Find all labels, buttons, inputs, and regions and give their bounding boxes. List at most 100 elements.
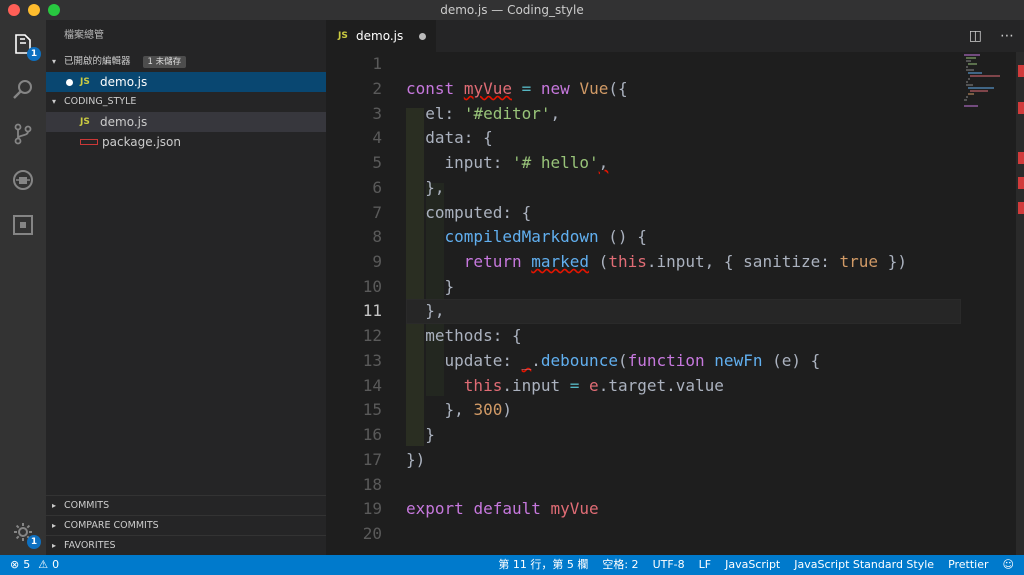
js-file-icon: JS [338, 31, 348, 41]
tab-label: demo.js [356, 29, 404, 43]
line-number: 7 [372, 203, 382, 222]
error-icon: ⊗ [10, 558, 20, 571]
line-number: 8 [372, 227, 382, 246]
error-count: 5 [23, 558, 31, 571]
section-label: COMMITS [64, 499, 110, 511]
activity-bar: 1 1 [0, 20, 46, 555]
split-editor-icon[interactable]: ◫ [969, 28, 982, 44]
line-number: 15 [362, 400, 382, 419]
line-number: 11 [362, 301, 382, 320]
code-line-2: const myVue = new Vue({ [406, 79, 628, 98]
vertical-scrollbar[interactable] [1016, 52, 1024, 555]
warning-count: 0 [52, 558, 60, 571]
file-name: package.json [102, 135, 182, 149]
minimap[interactable] [962, 52, 1002, 112]
line-number: 10 [362, 277, 382, 296]
error-marker [1018, 177, 1024, 189]
js-file-icon: JS [80, 77, 90, 87]
project-section[interactable]: ▾ CODING_STYLE [46, 92, 326, 112]
close-window-button[interactable] [8, 4, 20, 16]
line-number: 1 [372, 54, 382, 73]
error-marker [1018, 65, 1024, 77]
explorer-icon[interactable]: 1 [11, 32, 41, 61]
error-marker [1018, 202, 1024, 214]
zoom-window-button[interactable] [48, 4, 60, 16]
file-item-package-json[interactable]: package.json [46, 132, 326, 152]
line-number: 4 [372, 128, 382, 147]
chevron-down-icon: ▾ [52, 97, 57, 106]
language-mode[interactable]: JavaScript [725, 555, 780, 575]
code-line-4: data: { [425, 128, 493, 147]
code-line-12: methods: { [425, 326, 522, 345]
unsaved-dot-icon [66, 78, 73, 86]
code-line-10: } [444, 277, 455, 296]
open-editor-filename: demo.js [100, 75, 148, 89]
commits-section[interactable]: ▸ COMMITS [46, 495, 326, 515]
search-icon[interactable] [11, 77, 35, 101]
feedback-smiley-icon[interactable]: ☺ [1003, 555, 1014, 575]
source-control-icon[interactable] [11, 122, 35, 146]
more-actions-icon[interactable]: ⋯ [1000, 28, 1014, 44]
compare-commits-section[interactable]: ▸ COMPARE COMMITS [46, 515, 326, 535]
line-number: 16 [362, 425, 382, 444]
code-line-6: }, [425, 178, 445, 197]
linter-status[interactable]: JavaScript Standard Style [794, 555, 934, 575]
encoding[interactable]: UTF-8 [653, 555, 685, 575]
code-line-3: el: '#editor', [425, 104, 561, 123]
code-line-17: }) [406, 450, 426, 469]
debug-icon[interactable] [11, 168, 35, 192]
tab-demo-js[interactable]: JS demo.js [326, 20, 436, 52]
minimize-window-button[interactable] [28, 4, 40, 16]
section-label: COMPARE COMMITS [64, 519, 159, 531]
code-line-7: computed: { [425, 203, 532, 222]
js-file-icon: JS [80, 117, 90, 127]
open-editor-item[interactable]: JS demo.js [46, 72, 326, 92]
extensions-icon[interactable] [11, 213, 35, 237]
settings-gear-icon[interactable]: 1 [11, 520, 41, 549]
code-line-14: this.input = e.target.value [463, 376, 724, 395]
line-number: 2 [372, 79, 382, 98]
line-number: 18 [362, 475, 382, 494]
line-number: 13 [362, 351, 382, 370]
chevron-down-icon: ▾ [52, 57, 57, 66]
line-number: 6 [372, 178, 382, 197]
title-bar: demo.js — Coding_style [0, 0, 1024, 20]
current-line-highlight [406, 299, 961, 324]
line-number: 3 [372, 104, 382, 123]
line-number: 20 [362, 524, 382, 543]
cursor-position[interactable]: 第 11 行，第 5 欄 [498, 555, 588, 575]
code-line-5: input: '# hello', [444, 153, 609, 172]
code-line-9: return marked (this.input, { sanitize: t… [463, 252, 907, 271]
unsaved-dot-icon[interactable] [419, 33, 426, 40]
formatter-status[interactable]: Prettier [948, 555, 988, 575]
chevron-right-icon: ▸ [52, 540, 57, 550]
error-marker [1018, 152, 1024, 164]
open-editors-section[interactable]: ▾ 已開啟的編輯器 1 未儲存 [46, 52, 326, 72]
favorites-section[interactable]: ▸ FAVORITES [46, 535, 326, 555]
code-line-11: }, [425, 301, 445, 320]
line-number: 12 [362, 326, 382, 345]
explorer-sidebar: 檔案總管 ▾ 已開啟的編輯器 1 未儲存 JS demo.js ▾ CODING… [46, 20, 326, 555]
project-label: CODING_STYLE [64, 96, 137, 107]
end-of-line[interactable]: LF [699, 555, 711, 575]
line-number: 19 [362, 499, 382, 518]
open-editors-label: 已開啟的編輯器 [64, 56, 131, 67]
npm-file-icon [80, 139, 98, 145]
code-line-15: }, 300) [444, 400, 512, 419]
file-item-demo-js[interactable]: JS demo.js [46, 112, 326, 132]
line-number: 14 [362, 376, 382, 395]
editor-tab-bar: JS demo.js ◫ ⋯ [326, 20, 1024, 52]
sidebar-title: 檔案總管 [64, 30, 104, 41]
explorer-badge: 1 [27, 47, 41, 61]
problems-indicator[interactable]: ⊗ 5 ⚠ 0 [10, 555, 59, 575]
line-number: 9 [372, 252, 382, 271]
chevron-right-icon: ▸ [52, 500, 57, 510]
warning-icon: ⚠ [38, 558, 49, 571]
code-line-13: update: _.debounce(function newFn (e) { [444, 351, 821, 370]
code-line-19: export default myVue [406, 499, 599, 518]
code-editor[interactable]: 1 2 3 4 5 6 7 8 9 10 11 12 13 14 15 16 17 18 19 20 const my… [326, 52, 1024, 555]
status-bar: ⊗ 5 ⚠ 0 第 11 行，第 5 欄 空格: 2 UTF-8 LF Java… [0, 555, 1024, 575]
window-title: demo.js — Coding_style [440, 3, 584, 17]
indentation[interactable]: 空格: 2 [602, 555, 638, 575]
code-line-8: compiledMarkdown () { [444, 227, 647, 246]
